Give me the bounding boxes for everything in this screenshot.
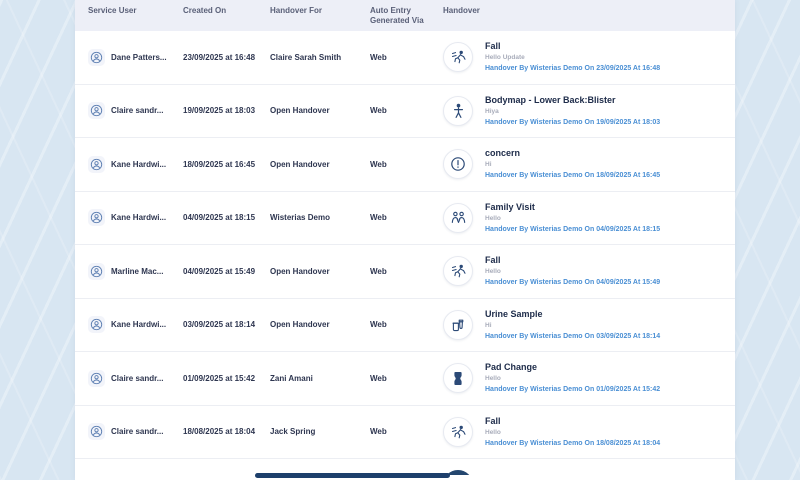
created-on: 18/08/2025 at 18:04 bbox=[183, 427, 256, 437]
service-user-name: Kane Hardwi... bbox=[111, 159, 167, 169]
handover-title: Fall bbox=[485, 255, 501, 266]
service-user-name: Kane Hardwi... bbox=[111, 213, 167, 223]
handover-for: Open Handover bbox=[270, 159, 330, 169]
auto-entry-generated-via: Web bbox=[370, 373, 387, 383]
service-user-name: Claire sandr... bbox=[111, 106, 164, 116]
service-user-name: Kane Hardwi... bbox=[111, 320, 167, 330]
service-user-name: Dane Patters... bbox=[111, 52, 167, 62]
handover-by-link[interactable]: Handover By Wisterias Demo On 04/09/2025… bbox=[485, 278, 660, 287]
service-user-avatar-icon bbox=[88, 48, 105, 66]
auto-entry-generated-via: Web bbox=[370, 266, 387, 276]
service-user-name: Claire sandr... bbox=[111, 427, 164, 437]
auto-entry-generated-via: Web bbox=[370, 106, 387, 116]
concern-icon bbox=[443, 149, 473, 180]
table-header: Service User Created On Handover For Aut… bbox=[75, 0, 735, 31]
handover-note: Hi bbox=[485, 321, 492, 329]
bodymap-icon bbox=[443, 95, 473, 126]
handover-for: Jack Spring bbox=[270, 427, 316, 437]
auto-entry-generated-via: Web bbox=[370, 320, 387, 330]
service-user-avatar-icon bbox=[88, 209, 105, 227]
service-user-avatar-icon bbox=[88, 262, 105, 280]
handover-for: Open Handover bbox=[270, 266, 330, 276]
handover-note: Hello Update bbox=[485, 54, 525, 62]
handover-for: Open Handover bbox=[270, 106, 330, 116]
horizontal-scrollbar[interactable] bbox=[75, 472, 735, 480]
handover-title: Fall bbox=[485, 41, 501, 52]
table-row[interactable]: Claire sandr... 01/09/2025 at 15:42 Zani… bbox=[75, 352, 735, 406]
column-header-handover: Handover bbox=[443, 6, 480, 15]
service-user-avatar-icon bbox=[88, 423, 105, 441]
handover-by-link[interactable]: Handover By Wisterias Demo On 04/09/2025… bbox=[485, 225, 660, 234]
handover-title: Bodymap - Lower Back:Blister bbox=[485, 94, 616, 105]
created-on: 18/09/2025 at 16:45 bbox=[183, 159, 256, 169]
column-header-service-user: Service User bbox=[88, 6, 137, 15]
created-on: 23/09/2025 at 16:48 bbox=[183, 52, 256, 62]
fall-icon bbox=[443, 416, 473, 447]
created-on: 04/09/2025 at 15:49 bbox=[183, 266, 256, 276]
handover-for: Open Handover bbox=[270, 320, 330, 330]
auto-entry-generated-via: Web bbox=[370, 159, 387, 169]
handover-by-link[interactable]: Handover By Wisterias Demo On 19/09/2025… bbox=[485, 118, 660, 127]
handover-title: Family Visit bbox=[485, 201, 535, 212]
table-row[interactable]: Kane Hardwi... 03/09/2025 at 18:14 Open … bbox=[75, 298, 735, 352]
table-row[interactable]: Claire sandr... 19/09/2025 at 18:03 Open… bbox=[75, 84, 735, 138]
pad-change-icon bbox=[443, 363, 473, 394]
table-row[interactable]: Claire sandr... 18/08/2025 at 18:04 Jack… bbox=[75, 405, 735, 459]
handover-for: Zani Amani bbox=[270, 373, 313, 383]
service-user-avatar-icon bbox=[88, 369, 105, 387]
handover-title: Pad Change bbox=[485, 362, 538, 373]
handover-note: Hi bbox=[485, 161, 492, 169]
service-user-name: Marline Mac... bbox=[111, 266, 164, 276]
handover-note: Hello bbox=[485, 428, 501, 436]
fall-icon bbox=[443, 256, 473, 287]
column-header-created-on: Created On bbox=[183, 6, 227, 15]
handover-by-link[interactable]: Handover By Wisterias Demo On 23/09/2025… bbox=[485, 64, 660, 73]
handover-note: Hiya bbox=[485, 107, 499, 115]
scrollbar-thumb[interactable] bbox=[255, 473, 450, 478]
handover-title: Urine Sample bbox=[485, 308, 543, 319]
table-row[interactable]: Marline Mac... 04/09/2025 at 15:49 Open … bbox=[75, 245, 735, 299]
table-body: Dane Patters... 23/09/2025 at 16:48 Clai… bbox=[75, 31, 735, 475]
handover-title: Fall bbox=[485, 415, 501, 426]
service-user-avatar-icon bbox=[88, 316, 105, 334]
handover-note: Hello bbox=[485, 214, 501, 222]
service-user-avatar-icon bbox=[88, 102, 105, 120]
created-on: 04/09/2025 at 18:15 bbox=[183, 213, 256, 223]
handover-by-link[interactable]: Handover By Wisterias Demo On 03/09/2025… bbox=[485, 332, 660, 341]
handover-for: Claire Sarah Smith bbox=[270, 52, 342, 62]
auto-entry-generated-via: Web bbox=[370, 213, 387, 223]
handover-note: Hello bbox=[485, 375, 501, 383]
handover-by-link[interactable]: Handover By Wisterias Demo On 18/08/2025… bbox=[485, 439, 660, 448]
handover-note: Hello bbox=[485, 268, 501, 276]
service-user-avatar-icon bbox=[88, 155, 105, 173]
created-on: 03/09/2025 at 18:14 bbox=[183, 320, 256, 330]
table-row[interactable]: Kane Hardwi... 18/09/2025 at 16:45 Open … bbox=[75, 138, 735, 192]
handover-by-link[interactable]: Handover By Wisterias Demo On 01/09/2025… bbox=[485, 385, 660, 394]
created-on: 19/09/2025 at 18:03 bbox=[183, 106, 256, 116]
handover-title: concern bbox=[485, 148, 521, 159]
table-row[interactable]: Kane Hardwi... 04/09/2025 at 18:15 Wiste… bbox=[75, 191, 735, 245]
family-visit-icon bbox=[443, 202, 473, 233]
column-header-auto-entry: Auto Entry Generated Via bbox=[370, 6, 424, 25]
auto-entry-generated-via: Web bbox=[370, 52, 387, 62]
handover-by-link[interactable]: Handover By Wisterias Demo On 18/09/2025… bbox=[485, 171, 660, 180]
urine-sample-icon bbox=[443, 309, 473, 340]
created-on: 01/09/2025 at 15:42 bbox=[183, 373, 256, 383]
column-header-handover-for: Handover For bbox=[270, 6, 323, 15]
handover-for: Wisterias Demo bbox=[270, 213, 330, 223]
fall-icon bbox=[443, 42, 473, 73]
handover-table: Service User Created On Handover For Aut… bbox=[75, 0, 735, 480]
auto-entry-generated-via: Web bbox=[370, 427, 387, 437]
table-row[interactable]: Dane Patters... 23/09/2025 at 16:48 Clai… bbox=[75, 31, 735, 85]
service-user-name: Claire sandr... bbox=[111, 373, 164, 383]
